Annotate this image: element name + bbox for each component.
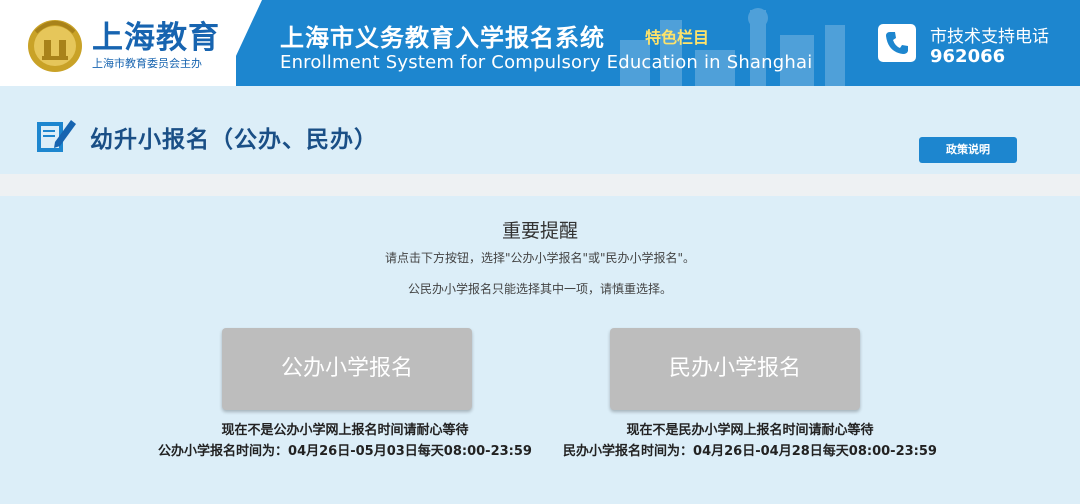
public-registration-status: 现在不是公办小学网上报名时间请耐心等待	[221, 423, 469, 438]
site-header: 上海教育 上海市教育委员会主办 上海市义务教育入学报名系统 特色栏目 Enrol…	[0, 0, 1080, 86]
support-phone-label: 市技术支持电话	[930, 27, 1049, 47]
shanghai-education-emblem-icon	[28, 20, 82, 72]
public-school-register-button[interactable]: 公办小学报名	[222, 328, 472, 410]
private-registration-status: 现在不是民办小学网上报名时间请耐心等待	[626, 423, 874, 438]
brand-area-slant	[222, 0, 262, 86]
notice-title: 重要提醒	[501, 220, 578, 242]
private-registration-time: 民办小学报名时间为：04月26日-04月28日每天08:00-23:59	[563, 444, 937, 459]
system-title: 上海市义务教育入学报名系统	[280, 24, 605, 52]
notice-instruction: 请点击下方按钮，选择"公办小学报名"或"民办小学报名"。	[384, 251, 696, 265]
private-school-register-button[interactable]: 民办小学报名	[610, 328, 860, 410]
system-title-english: Enrollment System for Compulsory Educati…	[280, 52, 813, 73]
policy-explanation-button[interactable]: 政策说明	[919, 137, 1017, 163]
notice-warning: 公民办小学报名只能选择其中一项，请慎重选择。	[407, 282, 672, 296]
system-tag: 特色栏目	[645, 28, 710, 47]
pencil-notebook-icon	[37, 120, 76, 152]
page-title: 幼升小报名（公办、民办）	[90, 127, 378, 153]
brand-name: 上海教育	[92, 20, 220, 56]
public-registration-time: 公办小学报名时间为：04月26日-05月03日每天08:00-23:59	[158, 444, 532, 459]
phone-icon	[878, 24, 916, 62]
brand-subtitle: 上海市教育委员会主办	[92, 57, 202, 70]
support-phone-number: 962066	[930, 46, 1006, 67]
